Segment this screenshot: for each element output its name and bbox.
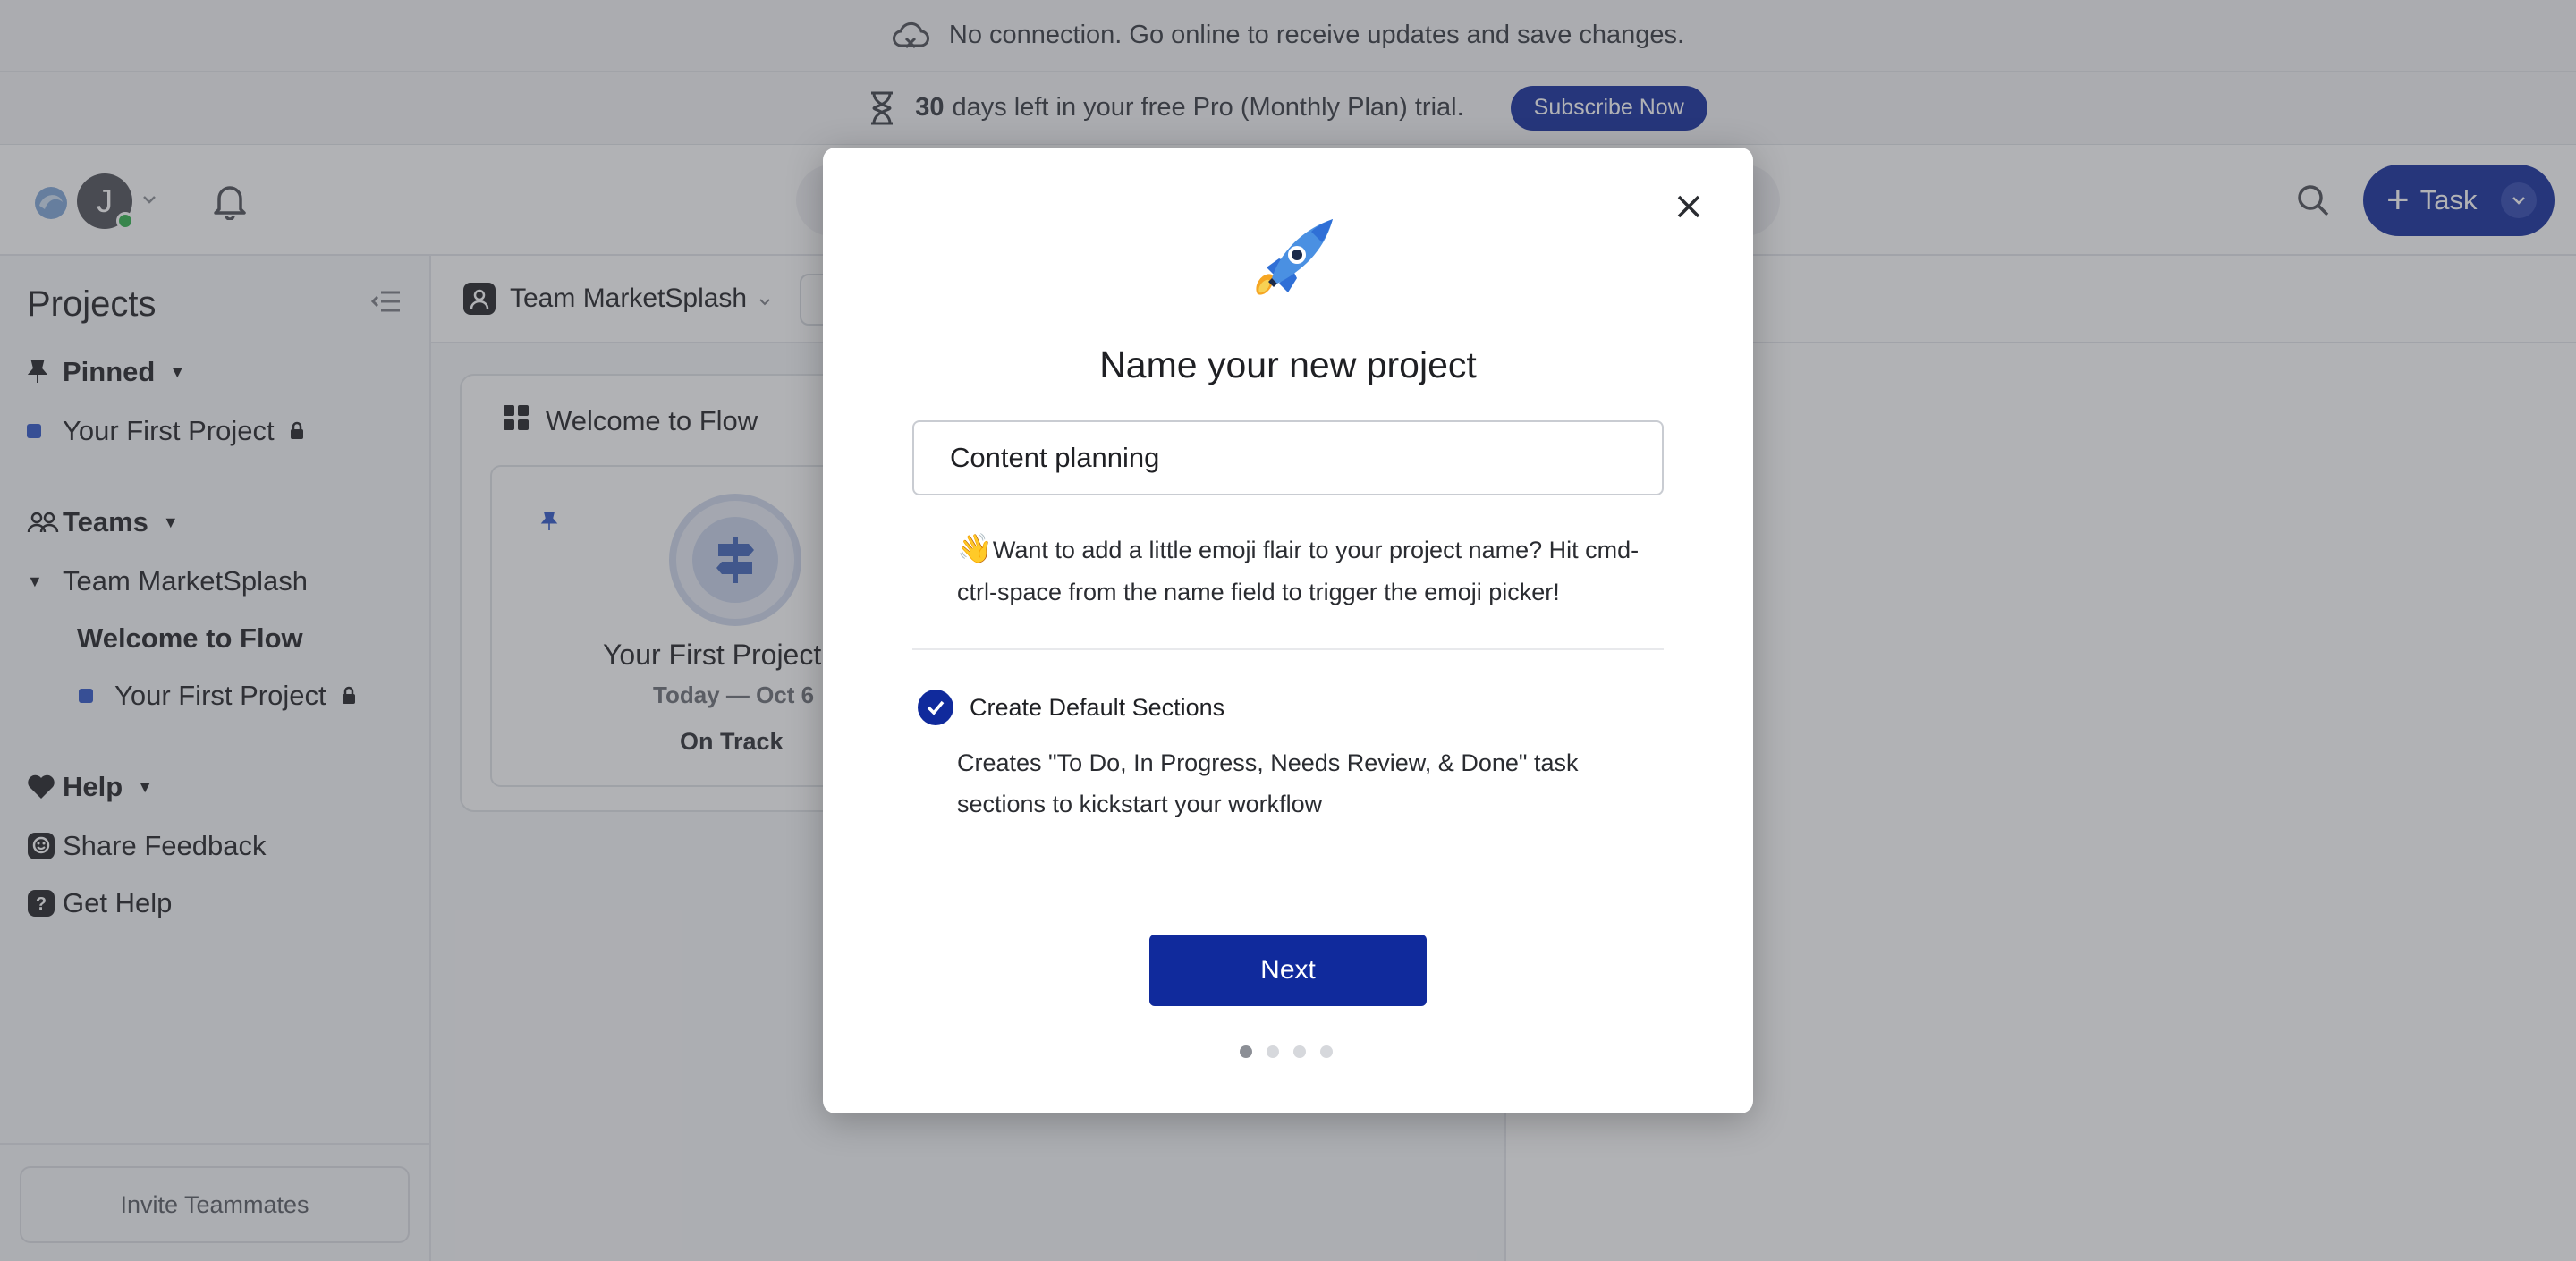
- project-name-input[interactable]: [912, 420, 1664, 495]
- pager-dot[interactable]: [1293, 1045, 1306, 1058]
- modal-divider: [912, 648, 1664, 650]
- rocket-icon: [1240, 216, 1336, 317]
- close-icon[interactable]: [1671, 189, 1707, 224]
- pager-dot[interactable]: [1320, 1045, 1333, 1058]
- wave-emoji: 👋: [957, 532, 993, 564]
- default-sections-option[interactable]: Create Default Sections: [918, 690, 1224, 725]
- pager-dot[interactable]: [1240, 1045, 1252, 1058]
- emoji-tip-text: Want to add a little emoji flair to your…: [957, 537, 1640, 605]
- pager-dot[interactable]: [1267, 1045, 1279, 1058]
- default-sections-description: Creates "To Do, In Progress, Needs Revie…: [957, 749, 1579, 817]
- modal-title: Name your new project: [1099, 344, 1477, 385]
- default-sections-label: Create Default Sections: [970, 693, 1225, 721]
- step-pager: [1240, 1045, 1333, 1058]
- emoji-tip: 👋Want to add a little emoji flair to you…: [957, 528, 1664, 614]
- new-project-modal: Name your new project 👋Want to add a lit…: [823, 148, 1753, 1113]
- check-icon[interactable]: [918, 690, 953, 725]
- next-button[interactable]: Next: [1149, 935, 1427, 1006]
